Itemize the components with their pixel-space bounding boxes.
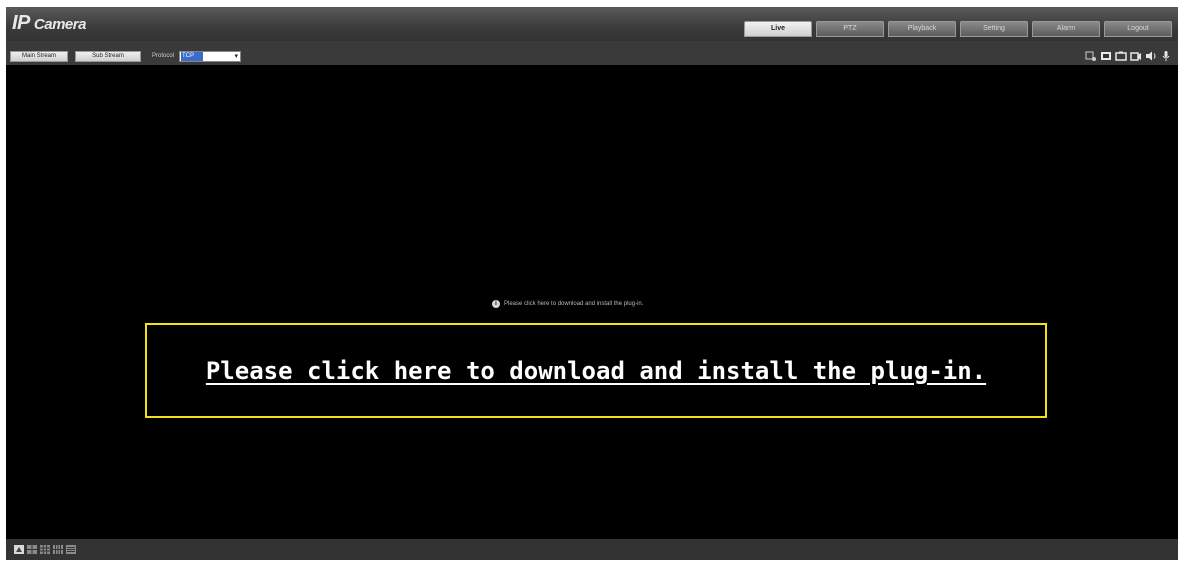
logo-sub: Camera [33, 16, 87, 33]
audio-icon[interactable] [1145, 50, 1157, 62]
plugin-download-link[interactable]: Please click here to download and instal… [206, 357, 986, 385]
toolbar: Main Stream Sub Stream Protocol TCP ▾ [6, 41, 1178, 65]
tab-ptz[interactable]: PTZ [816, 21, 884, 37]
sub-stream-button[interactable]: Sub Stream [75, 51, 141, 62]
layout-buttons [14, 545, 76, 554]
main-nav: Live PTZ Playback Setting Alarm Logout [744, 21, 1172, 37]
view-tools [1085, 49, 1172, 63]
snapshot-icon[interactable] [1115, 50, 1127, 62]
logo: IP Camera [12, 12, 86, 36]
main-stream-button[interactable]: Main Stream [10, 51, 68, 62]
microphone-icon[interactable] [1160, 50, 1172, 62]
info-icon: i [492, 300, 500, 308]
plugin-download-link-small[interactable]: i Please click here to download and inst… [492, 299, 643, 309]
layout-4-icon[interactable] [27, 545, 37, 554]
layout-9-icon[interactable] [40, 545, 50, 554]
tab-setting[interactable]: Setting [960, 21, 1028, 37]
logo-main: IP [12, 12, 30, 34]
header: IP Camera Live PTZ Playback Setting Alarm… [6, 7, 1178, 41]
tab-alarm[interactable]: Alarm [1032, 21, 1100, 37]
layout-16-icon[interactable] [53, 545, 63, 554]
layout-1-icon[interactable] [14, 545, 24, 554]
app-frame: IP Camera Live PTZ Playback Setting Alarm… [6, 7, 1178, 560]
record-icon[interactable] [1130, 50, 1142, 62]
plugin-callout: Please click here to download and instal… [145, 323, 1047, 418]
tab-playback[interactable]: Playback [888, 21, 956, 37]
tab-logout[interactable]: Logout [1104, 21, 1172, 37]
protocol-value: TCP [181, 52, 203, 61]
tab-live[interactable]: Live [744, 21, 812, 37]
video-area[interactable]: i Please click here to download and inst… [6, 65, 1178, 539]
bottom-bar [6, 539, 1178, 560]
fullscreen-icon[interactable] [1100, 50, 1112, 62]
layout-list-icon[interactable] [66, 545, 76, 554]
zoom-icon[interactable] [1085, 50, 1097, 62]
chevron-down-icon: ▾ [234, 53, 238, 60]
protocol-select[interactable]: TCP ▾ [179, 51, 241, 62]
plugin-prompt-text: Please click here to download and instal… [504, 301, 644, 307]
protocol-label: Protocol [152, 53, 175, 59]
